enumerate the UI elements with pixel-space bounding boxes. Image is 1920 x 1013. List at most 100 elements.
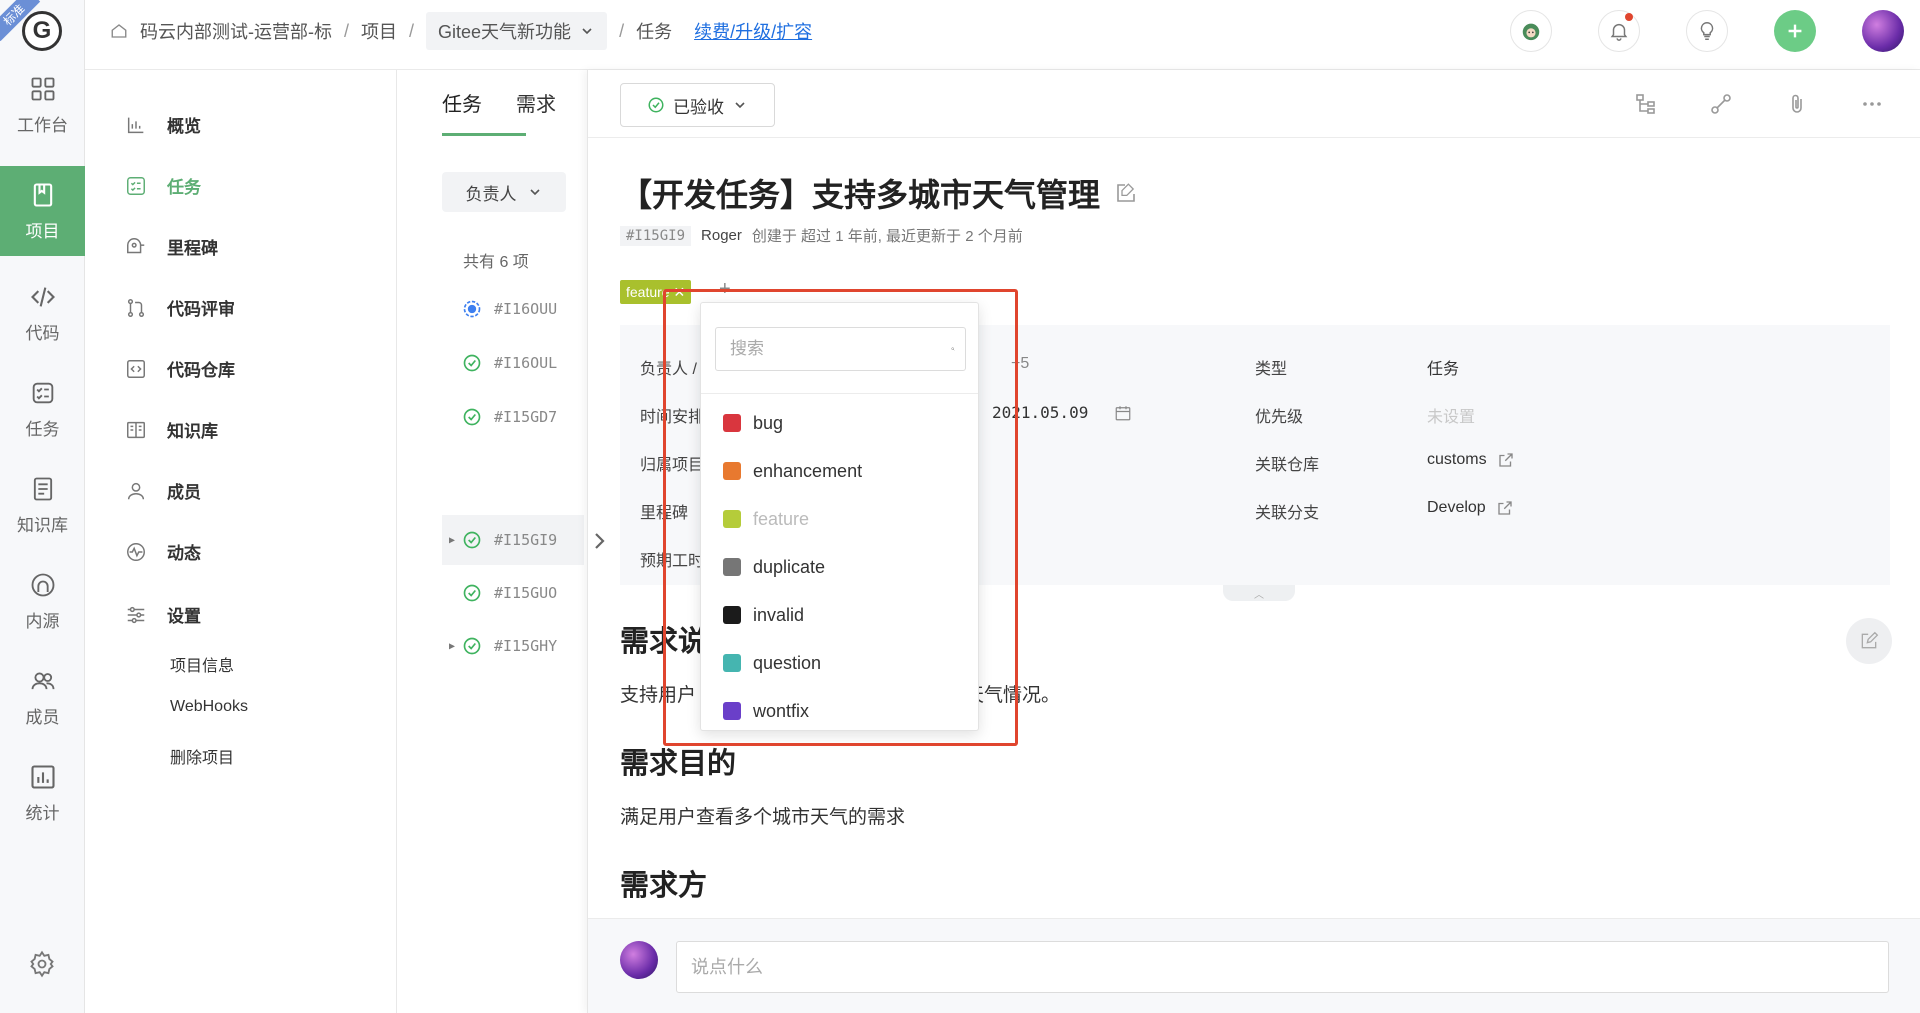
label-option-bug[interactable]: bug bbox=[701, 399, 978, 447]
task-meta: #I15GI9 Roger 创建于 超过 1 年前, 最近更新于 2 个月前 bbox=[620, 225, 1023, 246]
attr-value-assignee-count[interactable]: +5 bbox=[1011, 355, 1029, 373]
label-color-swatch bbox=[723, 558, 741, 576]
lightbulb-icon bbox=[1700, 22, 1714, 40]
tab-tasks[interactable]: 任务 bbox=[442, 88, 482, 117]
create-button[interactable] bbox=[1774, 10, 1816, 52]
task-timestamps: 创建于 超过 1 年前, 最近更新于 2 个月前 bbox=[751, 228, 1023, 245]
sidebar-item-tasks[interactable]: 任务 bbox=[125, 173, 201, 198]
settings-sub-project-info[interactable]: 项目信息 bbox=[170, 652, 234, 676]
upgrade-link[interactable]: 续费/升级/扩容 bbox=[694, 18, 812, 44]
label-option-question[interactable]: question bbox=[701, 639, 978, 687]
rail-item-wiki[interactable]: 知识库 bbox=[0, 460, 85, 550]
notifications-button[interactable] bbox=[1598, 10, 1640, 52]
plus-icon bbox=[1788, 24, 1802, 38]
description-text-start: 支持用户 bbox=[620, 685, 697, 706]
label-option-enhancement[interactable]: enhancement bbox=[701, 447, 978, 495]
rail-item-members[interactable]: 成员 bbox=[0, 652, 85, 742]
section-heading-stakeholder: 需求方 bbox=[620, 870, 708, 902]
collapse-attributes-toggle[interactable]: ︿ bbox=[1223, 585, 1295, 601]
expand-caret-icon[interactable]: ▶ bbox=[442, 535, 462, 546]
task-row[interactable]: #I15GD7 bbox=[442, 392, 584, 442]
rail-item-label: 工作台 bbox=[17, 115, 68, 135]
sidebar-item-activity[interactable]: 动态 bbox=[125, 539, 201, 564]
attr-value-branch[interactable]: Develop bbox=[1427, 499, 1514, 517]
edit-icon[interactable] bbox=[1114, 181, 1138, 205]
rail-item-label: 统计 bbox=[25, 803, 60, 823]
edit-icon bbox=[1861, 631, 1879, 649]
sidebar-item-overview[interactable]: 概览 bbox=[125, 112, 201, 137]
breadcrumb-section[interactable]: 项目 bbox=[361, 18, 397, 44]
feature-label-tag[interactable]: feature ✕ bbox=[620, 280, 692, 304]
attr-label-schedule: 时间安排 bbox=[640, 409, 705, 426]
rail-item-workbench[interactable]: 工作台 bbox=[0, 60, 85, 150]
dropdown-divider bbox=[701, 393, 978, 394]
label-option-wontfix[interactable]: wontfix bbox=[701, 687, 978, 735]
edit-description-button[interactable] bbox=[1846, 618, 1892, 664]
sidebar-item-code-review[interactable]: 代码评审 bbox=[125, 295, 235, 320]
mascot-button[interactable] bbox=[1510, 10, 1552, 52]
add-label-button[interactable]: + bbox=[719, 278, 731, 301]
settings-sub-webhooks[interactable]: WebHooks bbox=[170, 698, 248, 716]
label-option-text: wontfix bbox=[753, 700, 810, 721]
inner-source-icon bbox=[31, 573, 54, 596]
sidebar-item-members[interactable]: 成员 bbox=[125, 478, 201, 503]
task-row-selected[interactable]: ▶ #I15GI9 bbox=[442, 515, 584, 565]
project-switcher[interactable]: Gitee天气新功能 bbox=[426, 12, 608, 50]
link-icon[interactable] bbox=[1709, 92, 1733, 116]
task-row[interactable]: #I16OUL bbox=[442, 338, 584, 388]
rail-item-stats[interactable]: 统计 bbox=[0, 748, 85, 838]
task-row[interactable]: #I15GUO bbox=[442, 568, 584, 618]
sidebar-item-wiki[interactable]: 知识库 bbox=[125, 417, 218, 442]
breadcrumb-separator: / bbox=[409, 20, 415, 41]
expand-caret-icon[interactable]: ▶ bbox=[442, 641, 462, 652]
attr-value-type[interactable]: 任务 bbox=[1427, 355, 1459, 379]
notification-dot bbox=[1625, 13, 1633, 21]
rail-item-inner-source[interactable]: 内源 bbox=[0, 556, 85, 646]
check-circle-icon bbox=[463, 531, 481, 549]
task-id: #I15GD7 bbox=[494, 408, 558, 426]
external-link-icon[interactable] bbox=[1496, 499, 1514, 517]
status-dropdown[interactable]: 已验收 bbox=[620, 83, 775, 127]
tips-button[interactable] bbox=[1686, 10, 1728, 52]
sidebar-item-repos[interactable]: 代码仓库 bbox=[125, 356, 235, 381]
more-icon[interactable] bbox=[1860, 92, 1884, 116]
attr-value-repo[interactable]: customs bbox=[1427, 451, 1515, 469]
task-list-icon bbox=[127, 176, 145, 195]
sidebar-item-milestones[interactable]: 里程碑 bbox=[125, 234, 218, 259]
label-color-swatch bbox=[723, 606, 741, 624]
attr-label-branch: 关联分支 bbox=[1255, 505, 1320, 522]
rail-item-projects[interactable]: 项目 bbox=[0, 166, 85, 256]
attachment-icon[interactable] bbox=[1785, 92, 1809, 116]
label-option-invalid[interactable]: invalid bbox=[701, 591, 978, 639]
rail-item-label: 项目 bbox=[25, 221, 60, 241]
sidebar-item-settings[interactable]: 设置 bbox=[125, 602, 201, 627]
home-icon[interactable] bbox=[110, 22, 128, 40]
attr-value-priority[interactable]: 未设置 bbox=[1427, 403, 1475, 427]
task-author[interactable]: Roger bbox=[701, 227, 742, 244]
external-link-icon[interactable] bbox=[1497, 451, 1515, 469]
comment-input[interactable] bbox=[676, 941, 1889, 993]
label-search-input[interactable] bbox=[716, 328, 951, 370]
label-search-box bbox=[715, 327, 966, 371]
gitee-logo[interactable]: G bbox=[22, 11, 62, 51]
hierarchy-icon[interactable] bbox=[1634, 92, 1658, 116]
breadcrumb-org[interactable]: 码云内部测试-运营部-标 bbox=[140, 18, 332, 44]
rail-item-tasks[interactable]: 任务 bbox=[0, 364, 85, 454]
attr-label-repo: 关联仓库 bbox=[1255, 457, 1320, 474]
label-option-text: question bbox=[753, 652, 822, 673]
task-row[interactable]: #I16OUU bbox=[442, 284, 584, 334]
chevron-right-icon[interactable] bbox=[592, 530, 608, 552]
user-avatar[interactable] bbox=[1862, 10, 1904, 52]
label-option-duplicate[interactable]: duplicate bbox=[701, 543, 978, 591]
rail-item-code[interactable]: 代码 bbox=[0, 268, 85, 358]
tab-requirements[interactable]: 需求 bbox=[516, 88, 556, 117]
sidebar-item-label: 成员 bbox=[167, 483, 201, 502]
repo-icon bbox=[127, 359, 145, 378]
calendar-icon[interactable] bbox=[1114, 404, 1132, 422]
attr-value-schedule[interactable]: 2021.05.09 bbox=[992, 403, 1132, 422]
tag-close-icon[interactable]: ✕ bbox=[673, 284, 685, 300]
task-row[interactable]: ▶ #I15GHY bbox=[442, 621, 584, 671]
settings-sub-delete-project[interactable]: 删除项目 bbox=[170, 744, 234, 768]
assignee-filter[interactable]: 负责人 bbox=[442, 172, 566, 212]
gear-icon[interactable] bbox=[28, 950, 56, 978]
